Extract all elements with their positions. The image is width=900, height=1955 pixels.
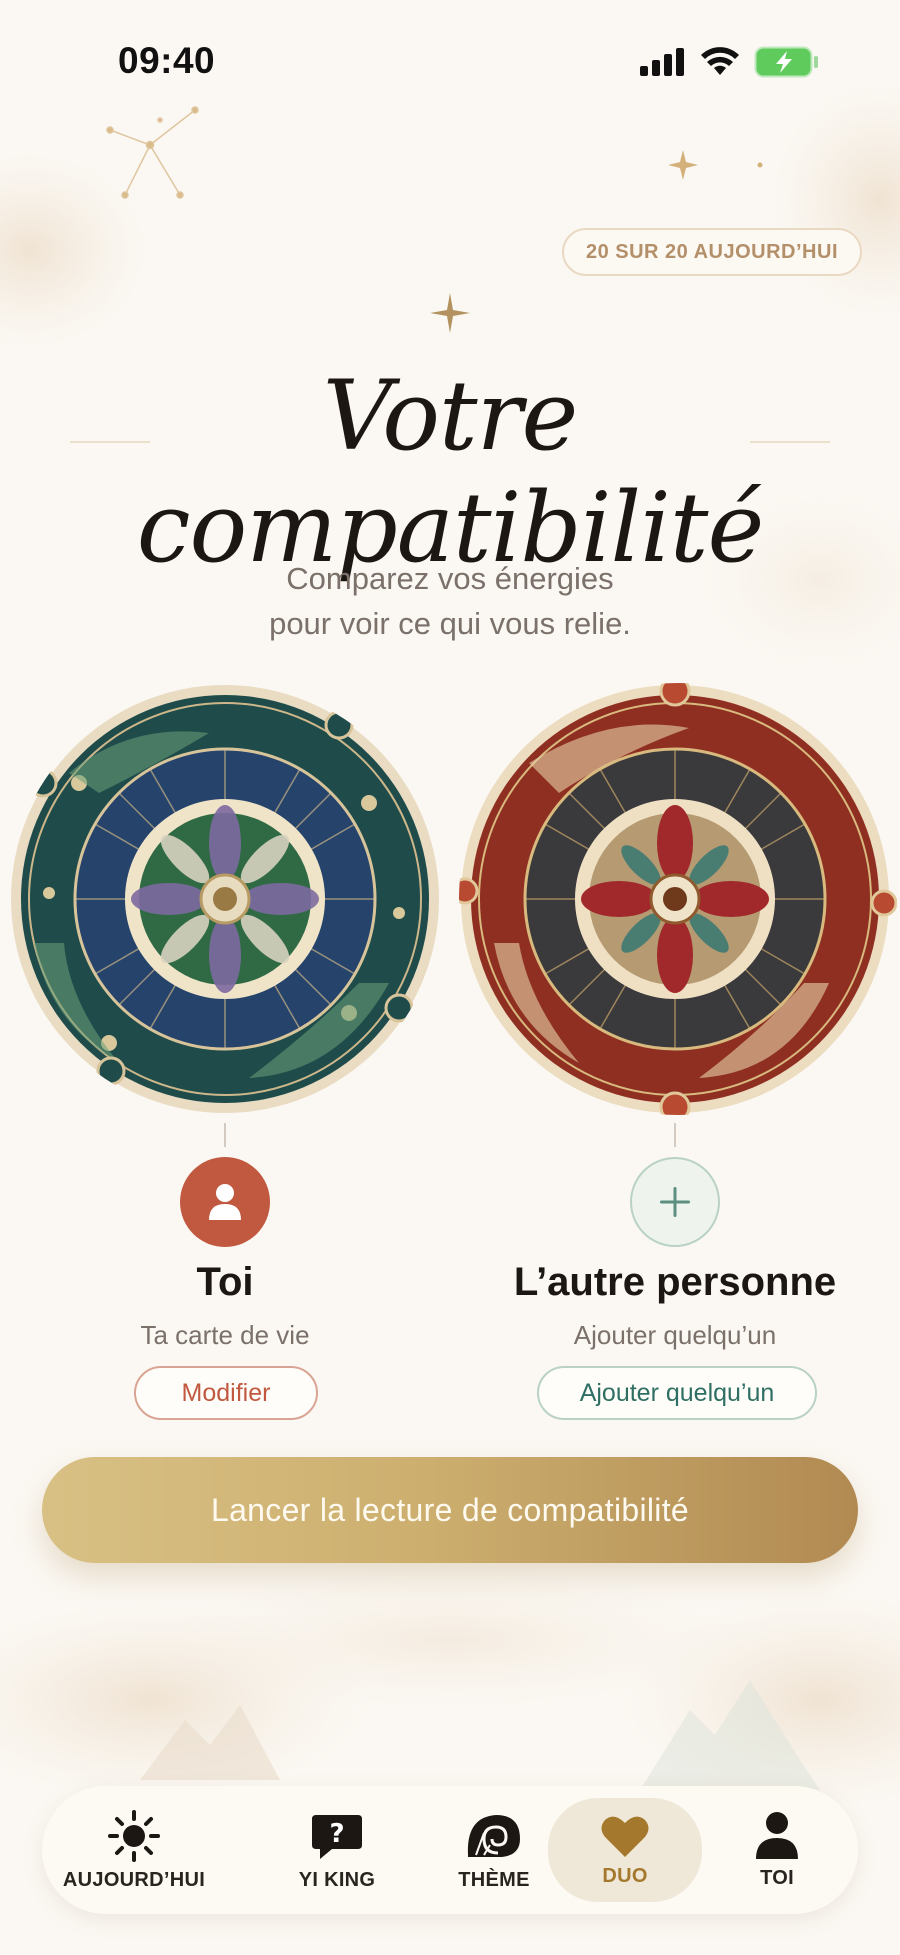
your-name: Toi [196, 1260, 254, 1304]
your-astrology-wheel [11, 685, 439, 1113]
plus-icon [660, 1187, 690, 1217]
page-title: Votre compatibilité [136, 360, 765, 584]
tab-duo[interactable]: DUO [548, 1798, 702, 1902]
wifi-icon [701, 47, 739, 75]
signal-icon [640, 48, 684, 76]
tab-today-label: AUJOURD’HUI [62, 1868, 206, 1891]
daily-quota-badge: 20 SUR 20 AUJOURD’HUI [561, 228, 862, 276]
your-connector [224, 1123, 226, 1147]
your-subtitle: Ta carte de vie [140, 1320, 310, 1350]
tab-yi-king[interactable]: ? YI KING [282, 1786, 392, 1914]
tab-theme[interactable]: THÈME [429, 1786, 559, 1914]
tab-theme-label: THÈME [458, 1868, 530, 1891]
status-bar: 09:40 [0, 0, 900, 130]
add-person-button[interactable] [630, 1157, 720, 1247]
shell-icon [467, 1814, 520, 1857]
status-icons [640, 46, 820, 78]
battery-charging-icon [754, 46, 818, 78]
tab-yi-king-label: YI KING [298, 1868, 376, 1891]
other-astrology-wheel [459, 683, 897, 1115]
tab-you[interactable]: TOI [722, 1786, 832, 1914]
tab-duo-label: DUO [602, 1864, 648, 1887]
tab-you-label: TOI [760, 1866, 794, 1889]
subtitle-line-2: pour voir ce qui vous relie. [269, 606, 631, 641]
bottom-tab-bar: AUJOURD’HUI ? YI KING THÈME DUO TOI [42, 1786, 858, 1914]
person-icon [209, 1184, 241, 1220]
heart-icon [601, 1816, 649, 1857]
sparkle-icon [430, 293, 470, 333]
modify-button[interactable]: Modifier [134, 1366, 318, 1420]
subtitle-line-1: Comparez vos énergies [286, 561, 614, 596]
other-subtitle: Ajouter quelqu’un [573, 1320, 777, 1350]
other-connector [674, 1123, 676, 1147]
svg-text:?: ? [329, 1819, 344, 1849]
page-subtitle: Comparez vos énergies pour voir ce qui v… [0, 556, 900, 646]
tab-today[interactable]: AUJOURD’HUI [62, 1786, 206, 1914]
person-icon [756, 1811, 798, 1859]
add-someone-button[interactable]: Ajouter quelqu’un [537, 1366, 817, 1420]
your-avatar-button[interactable] [180, 1157, 270, 1247]
question-bubble-icon: ? [312, 1814, 362, 1859]
sun-icon [108, 1809, 160, 1862]
other-name: L’autre personne [513, 1260, 837, 1304]
start-compatibility-reading-button[interactable]: Lancer la lecture de compatibilité [42, 1457, 858, 1563]
status-time: 09:40 [118, 40, 216, 81]
